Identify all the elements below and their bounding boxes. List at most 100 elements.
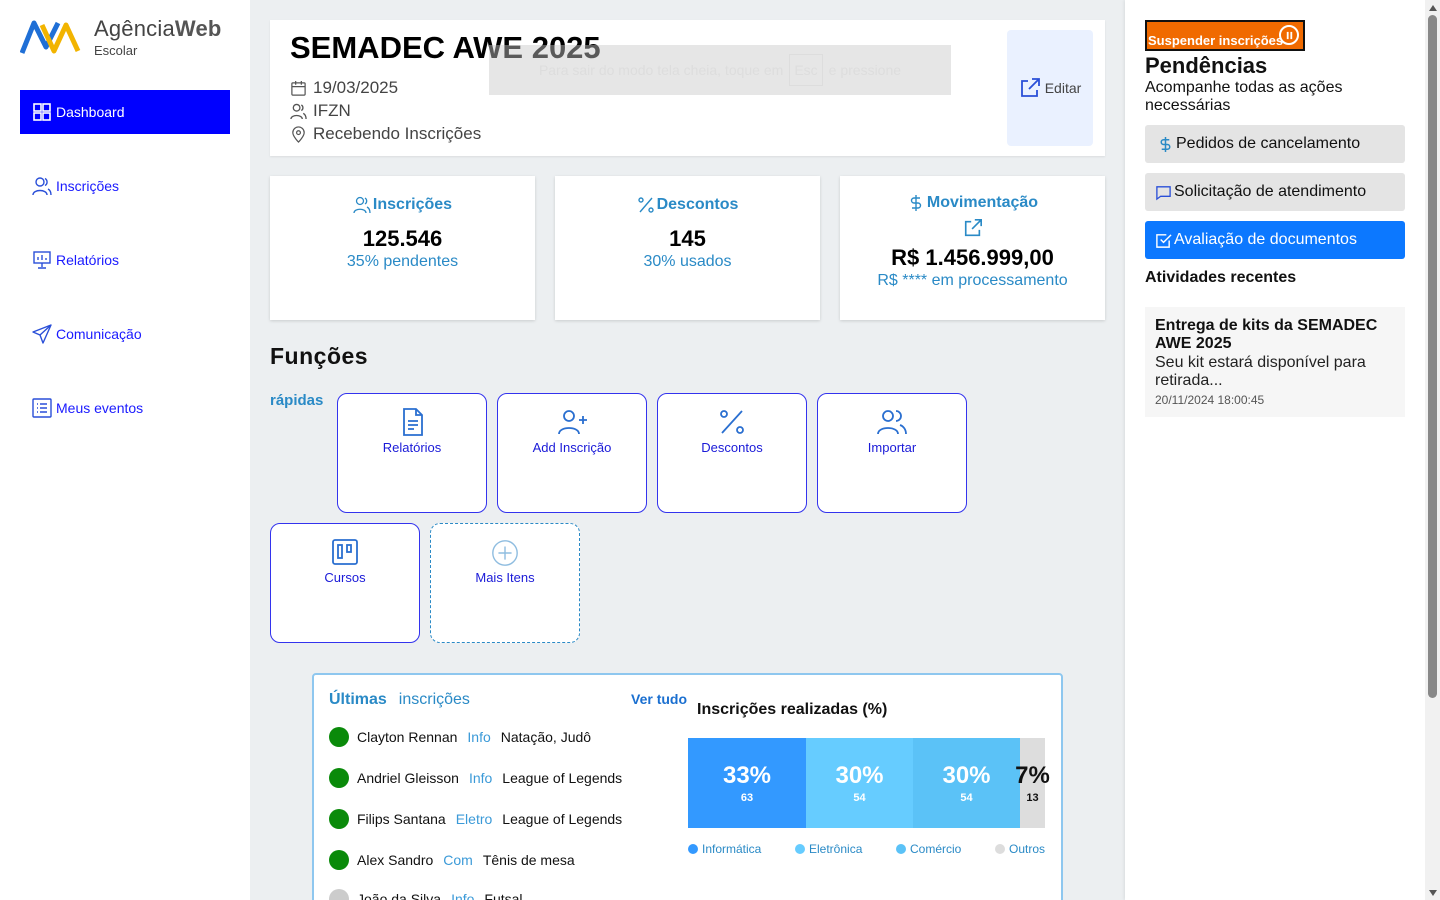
page-scrollbar[interactable] [1425, 0, 1440, 900]
registrant-course: Com [443, 852, 473, 868]
chart-data-label: 30% [942, 762, 991, 789]
percent-icon [720, 410, 744, 434]
stat-subtext: 35% pendentes [346, 253, 459, 270]
brand-subtitle: Escolar [94, 43, 138, 58]
brand-name: AgênciaWeb [94, 16, 222, 42]
list-item[interactable]: João da Silva Info Futsal [329, 889, 523, 900]
kanban-icon [332, 539, 358, 565]
users-icon [32, 177, 52, 196]
event-organizer-text: IFZN [313, 101, 351, 120]
registrant-name: Clayton Rennan [357, 729, 458, 745]
suspend-registrations-button[interactable]: Suspender inscrições [1145, 20, 1305, 51]
registrant-modality: Natação, Judô [500, 729, 592, 745]
registrant-course: Info [451, 891, 475, 900]
pending-support-button[interactable]: Solicitação de atendimento [1145, 173, 1405, 211]
fullscreen-notice-key: Esc [789, 54, 823, 86]
sidebar-item-dashboard[interactable]: Dashboard [20, 90, 230, 134]
legend-dot [795, 844, 805, 854]
stat-card-inscricoes[interactable]: Inscrições 125.546 35% pendentes [270, 176, 535, 320]
users-icon [353, 196, 371, 214]
chart-legend-item: Eletrônica [795, 842, 862, 856]
quick-button-label: Mais Itens [475, 570, 535, 585]
registrant-modality: League of Legends [502, 770, 623, 786]
logo-mark-icon [20, 20, 81, 54]
brand-logo[interactable]: AgênciaWeb Escolar [20, 16, 222, 58]
presentation-icon [33, 251, 51, 269]
chart-data-label: 33% [722, 762, 772, 789]
quick-cursos-button[interactable]: Cursos [270, 523, 420, 643]
chart-legend-item: Outros [995, 842, 1045, 856]
user-plus-icon [558, 410, 587, 435]
scroll-up-arrow-icon[interactable] [1425, 0, 1440, 15]
quick-mais-itens-button[interactable]: Mais Itens [430, 523, 580, 643]
status-dot [329, 889, 349, 900]
grid-icon [33, 103, 51, 121]
check-square-icon [1156, 233, 1172, 248]
quick-descontos-button[interactable]: Descontos [657, 393, 807, 513]
latest-title: Últimas inscrições [329, 691, 470, 709]
list-item[interactable]: Alex Sandro Com Tênis de mesa [329, 850, 575, 870]
sidebar-item-comunicacao[interactable]: Comunicação [20, 312, 230, 356]
quick-button-label: Relatórios [382, 440, 442, 455]
sidebar-item-meus-eventos[interactable]: Meus eventos [20, 386, 230, 430]
registrant-name: Andriel Gleisson [357, 770, 459, 786]
legend-label: Outros [1009, 842, 1046, 856]
scroll-down-arrow-icon[interactable] [1425, 885, 1440, 900]
quick-add-inscricao-button[interactable]: Add Inscrição [497, 393, 647, 513]
list-item[interactable]: Clayton Rennan Info Natação, Judô [329, 727, 591, 747]
sidebar-item-label: Dashboard [56, 104, 125, 120]
quick-button-label: Descontos [701, 440, 763, 455]
stat-value: 145 [669, 226, 706, 251]
chart-title: Inscrições realizadas (%) [697, 701, 888, 718]
quick-actions-title: Funções [270, 343, 369, 369]
recent-activities-title: Atividades recentes [1145, 269, 1297, 286]
pending-subtitle: Acompanhe todas as ações necessárias [1145, 79, 1343, 114]
stat-subtext: R$ **** em processamento [877, 272, 1068, 289]
chart-count-label: 63 [740, 792, 754, 804]
chart-bar-segment: 30% 54 [913, 738, 1020, 828]
external-link-icon[interactable] [963, 218, 983, 238]
chart-bar-segment: 33% 63 [688, 738, 806, 828]
sidebar-item-relatorios[interactable]: Relatórios [20, 238, 230, 282]
quick-button-label: Cursos [324, 570, 366, 585]
legend-label: Eletrônica [809, 842, 863, 856]
brand-name-bold: Web [174, 16, 222, 41]
quick-button-label: Importar [867, 440, 917, 455]
main-content: SEMADEC AWE 2025 19/03/2025 IFZN Receben… [250, 0, 1125, 900]
recent-activity-title: Entrega de kits da SEMADEC AWE 2025 [1155, 317, 1378, 352]
chart-count-label: 13 [1026, 792, 1039, 804]
dollar-icon [1160, 136, 1171, 152]
quick-relatorios-button[interactable]: Relatórios [337, 393, 487, 513]
sidebar-item-label: Comunicação [56, 326, 142, 342]
latest-registrations-card: Últimas inscrições Ver tudo Clayton Renna… [312, 673, 1063, 900]
scroll-thumb[interactable] [1428, 15, 1437, 698]
status-dot [329, 727, 349, 747]
recent-activity-body: Seu kit estará disponível para retirada.… [1155, 354, 1366, 389]
pending-cancellation-button[interactable]: Pedidos de cancelamento [1145, 125, 1405, 163]
users-icon [290, 103, 307, 119]
stat-card-movimentacao[interactable]: Movimentação R$ 1.456.999,00 R$ **** em … [840, 176, 1105, 320]
recent-activity-item[interactable]: Entrega de kits da SEMADEC AWE 2025 Seu … [1145, 307, 1405, 417]
edit-label: Editar [1044, 80, 1082, 96]
see-all-link[interactable]: Ver tudo [631, 691, 687, 707]
list-item[interactable]: Andriel Gleisson Info League of Legends [329, 768, 622, 788]
stat-header: Movimentação [840, 194, 1105, 212]
registrant-course: Info [467, 729, 491, 745]
status-dot [329, 850, 349, 870]
registrant-name: João da Silva [357, 891, 442, 900]
quick-importar-button[interactable]: Importar [817, 393, 967, 513]
stat-title: Inscrições [372, 196, 453, 213]
dollar-icon [910, 195, 922, 211]
event-date: 19/03/2025 [290, 78, 398, 98]
chart-legend-item: Comércio [896, 842, 961, 856]
edit-event-button[interactable]: Editar [1007, 30, 1093, 146]
stat-title: Descontos [656, 196, 739, 213]
stat-card-descontos[interactable]: Descontos 145 30% usados [555, 176, 820, 320]
pending-documents-button[interactable]: Avaliação de documentos [1145, 221, 1405, 259]
list-item[interactable]: Filips Santana Eletro League of Legends [329, 809, 622, 829]
sidebar-item-label: Inscrições [56, 178, 120, 194]
pending-title: Pendências [1145, 53, 1268, 78]
chart-count-label: 54 [960, 792, 973, 804]
chart-bar-segment: 7% 13 [1015, 738, 1050, 828]
sidebar-item-inscricoes[interactable]: Inscrições [20, 164, 230, 208]
